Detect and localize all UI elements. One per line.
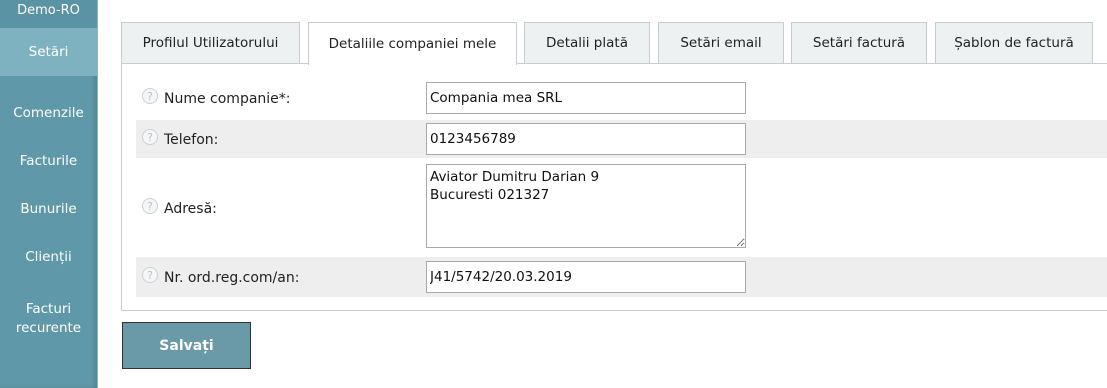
address-label: Adresă: xyxy=(164,201,217,217)
sidebar-item-settings[interactable]: Setări xyxy=(0,28,97,76)
help-icon[interactable]: ? xyxy=(142,267,158,283)
sidebar-item-recurring-invoices[interactable]: Facturi recurente xyxy=(0,281,97,353)
help-icon[interactable]: ? xyxy=(142,129,158,145)
reg-number-input[interactable] xyxy=(426,261,746,293)
company-details-panel: ? Nume companie*: ? Telefon: ? Adresă: A… xyxy=(121,63,1107,311)
tab-payment-details[interactable]: Detalii plată xyxy=(524,22,650,63)
form-row-address: ? Adresă: Aviator Dumitru Darian 9 Bucur… xyxy=(136,161,1107,251)
form-row-company-name: ? Nume companie*: xyxy=(136,79,1107,117)
tab-invoice-settings[interactable]: Setări factură xyxy=(791,22,927,63)
save-button[interactable]: Salvați xyxy=(122,322,251,369)
form-row-phone: ? Telefon: xyxy=(136,120,1107,158)
reg-number-label: Nr. ord.reg.com/an: xyxy=(164,270,300,286)
company-name-label: Nume companie*: xyxy=(164,91,291,107)
sidebar-item-goods[interactable]: Bunurile xyxy=(0,185,97,233)
tab-email-settings[interactable]: Setări email xyxy=(658,22,784,63)
app-name: Demo-RO xyxy=(0,0,97,28)
tab-company-details[interactable]: Detaliile companiei mele xyxy=(308,22,517,65)
help-icon[interactable]: ? xyxy=(142,88,158,104)
phone-input[interactable] xyxy=(426,123,746,155)
tab-user-profile[interactable]: Profilul Utilizatorului xyxy=(121,22,300,63)
company-name-input[interactable] xyxy=(426,82,746,114)
tab-invoice-template[interactable]: Șablon de factură xyxy=(935,22,1093,63)
address-textarea[interactable]: Aviator Dumitru Darian 9 Bucuresti 02132… xyxy=(426,164,746,248)
phone-label: Telefon: xyxy=(164,132,219,148)
sidebar-item-clients[interactable]: Clienții xyxy=(0,233,97,281)
sidebar-item-orders[interactable]: Comenzile xyxy=(0,89,97,137)
sidebar: Demo-RO Setări Comenzile Facturile Bunur… xyxy=(0,0,98,388)
sidebar-item-invoices[interactable]: Facturile xyxy=(0,137,97,185)
form-row-reg-number: ? Nr. ord.reg.com/an: xyxy=(136,257,1107,297)
help-icon[interactable]: ? xyxy=(142,198,158,214)
